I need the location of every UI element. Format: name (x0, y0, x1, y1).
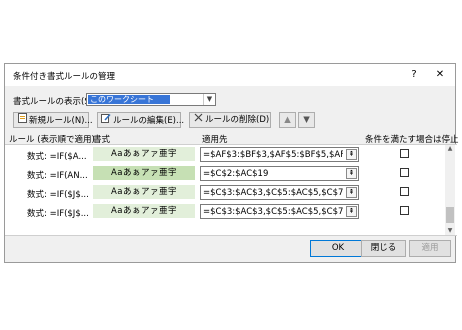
apply-button[interactable]: 適用 (409, 240, 451, 257)
table-row[interactable]: 数式: =IF($A... Aaあぁアァ亜宇 =$AF$3:$BF$3,$AF$… (5, 145, 445, 164)
delete-icon (193, 113, 203, 127)
applies-to-field[interactable]: =$C$3:$AC$3,$C$5:$AC$5,$C$7:$AC ⇞ (200, 204, 359, 219)
new-rule-icon (17, 113, 27, 128)
stop-if-true-checkbox[interactable] (400, 168, 409, 177)
scroll-down-icon[interactable]: ▼ (445, 227, 455, 235)
close-dialog-button[interactable]: 閉じる (361, 240, 406, 257)
applies-to-value: =$C$3:$AC$3,$C$5:$AC$5,$C$7:$AC (203, 188, 343, 198)
rules-table-header: ルール (表示順で適用) 書式 適用先 条件を満たす場合は停止 (5, 132, 459, 145)
range-select-icon[interactable]: ⇞ (346, 149, 357, 160)
vertical-scrollbar[interactable]: ▲ ▼ (445, 145, 455, 235)
rule-condition: 数式: =IF(AN... (27, 171, 88, 181)
show-rules-label: 書式ルールの表示(S): (13, 97, 96, 107)
move-up-button[interactable]: ▲ (279, 112, 296, 128)
move-down-button[interactable]: ▼ (298, 112, 315, 128)
stop-if-true-checkbox[interactable] (400, 149, 409, 158)
new-rule-label: 新規ルール(N)... (29, 116, 93, 126)
new-rule-button[interactable]: 新規ルール(N)... (13, 112, 93, 128)
rule-condition: 数式: =IF($A... (27, 152, 87, 162)
rule-condition: 数式: =IF($J$... (27, 209, 89, 219)
format-preview: Aaあぁアァ亜宇 (93, 185, 195, 199)
format-preview: Aaあぁアァ亜宇 (93, 147, 195, 161)
show-rules-selected: このワークシート (88, 95, 170, 104)
stop-if-true-checkbox[interactable] (400, 187, 409, 196)
applies-to-value: =$C$3:$AC$3,$C$5:$AC$5,$C$7:$AC (203, 207, 343, 217)
ok-button[interactable]: OK (310, 240, 366, 257)
chevron-down-icon[interactable]: ▼ (203, 94, 215, 105)
conditional-formatting-dialog: 条件付き書式ルールの管理 ? ✕ 書式ルールの表示(S): このワークシート ▼… (4, 63, 459, 263)
table-row[interactable]: 数式: =IF($J$... Aaあぁアァ亜宇 =$C$3:$AC$3,$C$5… (5, 202, 445, 221)
scroll-up-icon[interactable]: ▲ (445, 145, 455, 153)
rules-table: 数式: =IF($A... Aaあぁアァ亜宇 =$AF$3:$BF$3,$AF$… (5, 144, 457, 236)
scrollbar-thumb[interactable] (446, 207, 454, 223)
stop-if-true-checkbox[interactable] (400, 206, 409, 215)
applies-to-field[interactable]: =$C$3:$AC$3,$C$5:$AC$5,$C$7:$AC ⇞ (200, 185, 359, 200)
delete-rule-button[interactable]: ルールの削除(D) (189, 112, 271, 128)
dialog-title: 条件付き書式ルールの管理 (13, 72, 116, 82)
format-preview: Aaあぁアァ亜宇 (93, 204, 195, 218)
edit-rule-icon (101, 113, 111, 128)
title-bar: 条件付き書式ルールの管理 ? ✕ (5, 64, 455, 86)
arrow-up-icon: ▲ (284, 115, 291, 125)
range-select-icon[interactable]: ⇞ (346, 206, 357, 217)
applies-to-field[interactable]: =$C$2:$AC$19 ⇞ (200, 166, 359, 181)
show-rules-dropdown[interactable]: このワークシート ▼ (86, 93, 216, 106)
table-row[interactable]: 数式: =IF(AN... Aaあぁアァ亜宇 =$C$2:$AC$19 ⇞ (5, 164, 445, 183)
edit-rule-label: ルールの編集(E)... (113, 116, 185, 126)
rule-toolbar: 新規ルール(N)... ルールの編集(E)... ルールの削除(D) ▲ ▼ (5, 112, 455, 130)
range-select-icon[interactable]: ⇞ (346, 168, 357, 179)
arrow-down-icon: ▼ (303, 115, 310, 125)
applies-to-value: =$C$2:$AC$19 (203, 169, 269, 179)
table-row[interactable]: 数式: =IF($J$... Aaあぁアァ亜宇 =$C$3:$AC$3,$C$5… (5, 183, 445, 202)
applies-to-value: =$AF$3:$BF$3,$AF$5:$BF$5,$AF$7: (203, 150, 343, 160)
applies-to-field[interactable]: =$AF$3:$BF$3,$AF$5:$BF$5,$AF$7: ⇞ (200, 147, 359, 162)
close-button[interactable]: ✕ (433, 68, 447, 82)
help-button[interactable]: ? (407, 68, 421, 82)
format-preview: Aaあぁアァ亜宇 (93, 166, 195, 180)
edit-rule-button[interactable]: ルールの編集(E)... (97, 112, 185, 128)
delete-rule-label: ルールの削除(D) (205, 115, 270, 125)
range-select-icon[interactable]: ⇞ (346, 187, 357, 198)
rule-condition: 数式: =IF($J$... (27, 190, 89, 200)
